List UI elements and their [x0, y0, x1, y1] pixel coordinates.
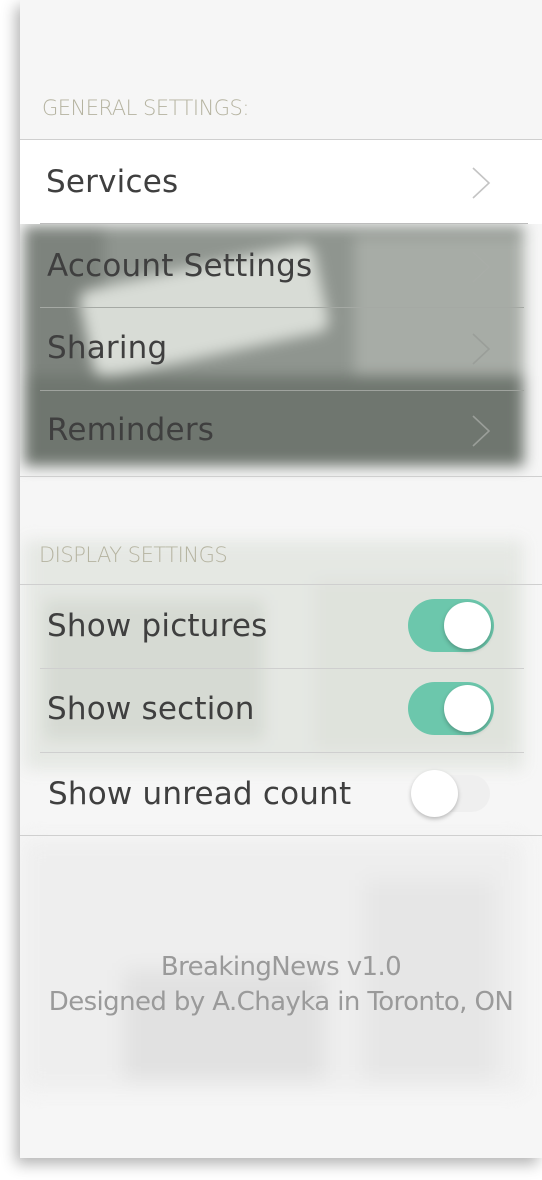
settings-item-label: Sharing — [47, 330, 168, 366]
general-settings-title: GENERAL SETTINGS: — [42, 96, 249, 120]
show-unread-count-toggle[interactable] — [408, 767, 494, 820]
chevron-right-icon — [464, 166, 498, 200]
setting-label: Show unread count — [48, 776, 352, 812]
display-settings-title: DISPLAY SETTINGS — [39, 543, 228, 567]
chevron-right-icon — [464, 332, 498, 366]
setting-show-section: Show section — [20, 668, 542, 751]
setting-label: Show pictures — [47, 608, 268, 644]
divider — [20, 476, 542, 477]
show-pictures-toggle[interactable] — [408, 599, 494, 652]
divider — [20, 835, 542, 836]
settings-panel: GENERAL SETTINGS: Services Account Setti… — [20, 0, 542, 1158]
settings-item-sharing[interactable]: Sharing — [20, 307, 542, 390]
toggle-knob — [444, 602, 491, 649]
settings-item-label: Services — [46, 164, 179, 200]
app-version: BreakingNews v1.0 — [160, 952, 402, 982]
toggle-knob — [444, 685, 491, 732]
divider — [40, 223, 528, 224]
settings-item-services[interactable]: Services — [20, 141, 542, 224]
settings-item-account-settings[interactable]: Account Settings — [20, 225, 542, 308]
setting-label: Show section — [47, 691, 255, 727]
toggle-knob — [411, 770, 458, 817]
settings-item-reminders[interactable]: Reminders — [20, 389, 542, 472]
setting-show-unread-count: Show unread count — [20, 753, 542, 836]
setting-show-pictures: Show pictures — [20, 585, 542, 668]
designer-credit: Designed by A.Chayka in Toronto, ON — [48, 987, 514, 1017]
settings-item-label: Reminders — [47, 412, 215, 448]
chevron-right-icon — [464, 250, 498, 284]
settings-item-label: Account Settings — [47, 248, 313, 284]
show-section-toggle[interactable] — [408, 682, 494, 735]
chevron-right-icon — [464, 414, 498, 448]
